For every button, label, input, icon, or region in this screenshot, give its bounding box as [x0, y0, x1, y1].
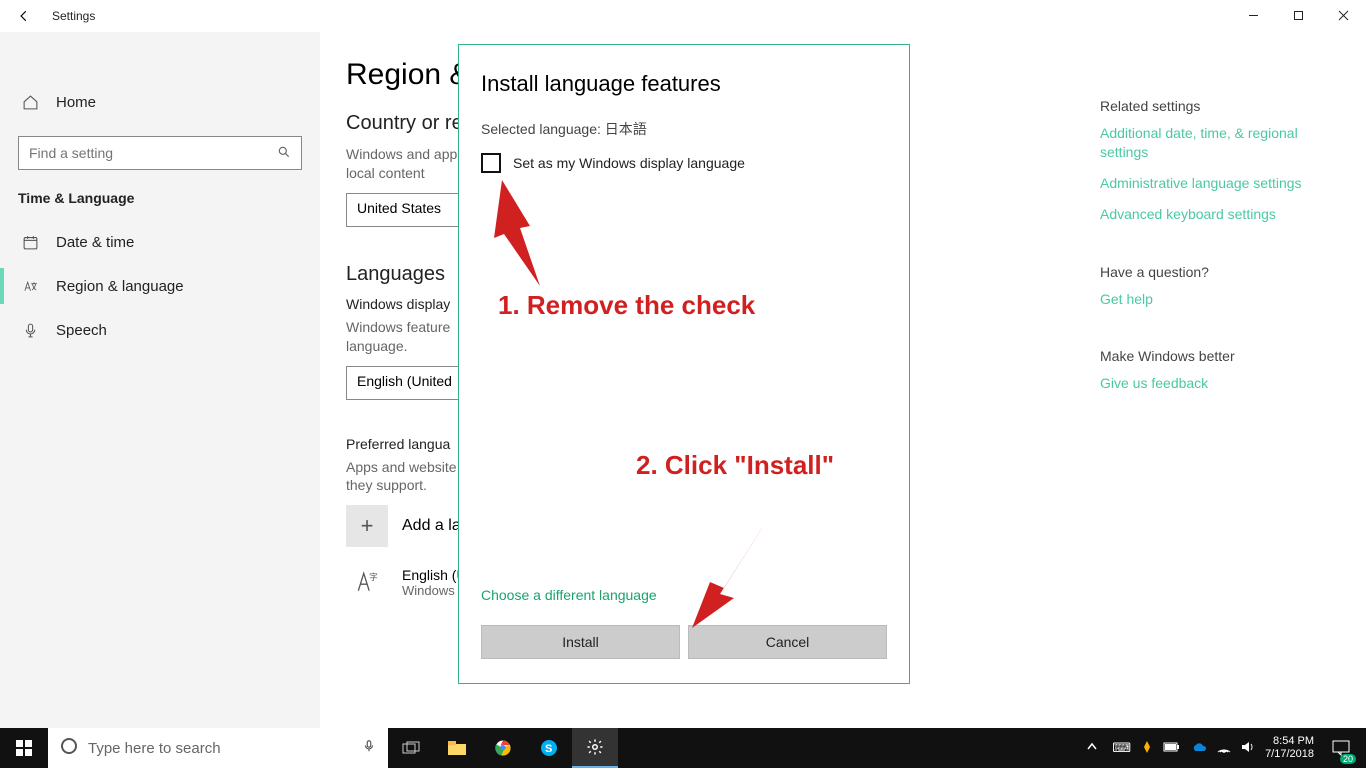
link-keyboard-settings[interactable]: Advanced keyboard settings — [1100, 205, 1340, 224]
annotation-text-1: 1. Remove the check — [498, 290, 755, 321]
window-controls — [1231, 0, 1366, 30]
link-administrative-settings[interactable]: Administrative language settings — [1100, 174, 1340, 193]
dialog-title: Install language features — [481, 71, 887, 97]
skype-icon[interactable]: S — [526, 728, 572, 768]
install-button[interactable]: Install — [481, 625, 680, 659]
tray-onedrive-icon[interactable] — [1191, 741, 1207, 755]
svg-text:字: 字 — [369, 571, 378, 582]
taskbar-search[interactable]: Type here to search — [48, 728, 388, 768]
cortana-icon — [60, 737, 78, 760]
set-display-language-checkbox[interactable] — [481, 153, 501, 173]
taskbar-time: 8:54 PM — [1265, 735, 1314, 748]
titlebar: Settings — [0, 0, 1366, 32]
tray-network-icon[interactable] — [1217, 741, 1231, 756]
tray-ime-icon[interactable]: ⌨ — [1112, 740, 1131, 756]
window-title: Settings — [52, 9, 95, 23]
tray-battery-icon[interactable] — [1163, 741, 1181, 756]
search-icon — [277, 145, 291, 162]
microphone-icon — [20, 322, 40, 339]
sidebar-item-region[interactable]: Region & language — [0, 264, 320, 308]
annotation-arrow-2 — [680, 494, 800, 639]
close-button[interactable] — [1321, 0, 1366, 30]
choose-different-language-link[interactable]: Choose a different language — [481, 587, 657, 603]
maximize-button[interactable] — [1276, 0, 1321, 30]
related-settings-panel: Related settings Additional date, time, … — [1100, 98, 1340, 433]
file-explorer-icon[interactable] — [434, 728, 480, 768]
sidebar-item-speech[interactable]: Speech — [0, 308, 320, 352]
home-icon — [20, 94, 40, 111]
globe-language-icon — [20, 278, 40, 295]
taskbar-clock[interactable]: 8:54 PM 7/17/2018 — [1265, 735, 1314, 760]
taskbar-search-placeholder: Type here to search — [88, 740, 221, 757]
selected-language-label: Selected language: 日本語 — [481, 119, 887, 139]
search-input[interactable] — [29, 145, 229, 161]
sidebar-item-label: Date & time — [56, 234, 134, 251]
better-heading: Make Windows better — [1100, 348, 1340, 364]
settings-search[interactable] — [18, 136, 302, 170]
sidebar-item-label: Region & language — [56, 278, 184, 295]
plus-tile-icon: + — [346, 505, 388, 547]
tray-volume-icon[interactable] — [1241, 741, 1255, 756]
set-display-language-label: Set as my Windows display language — [513, 155, 745, 171]
sidebar-item-label: Speech — [56, 322, 107, 339]
sidebar-item-datetime[interactable]: Date & time — [0, 220, 320, 264]
back-button[interactable] — [0, 0, 48, 32]
chrome-icon[interactable] — [480, 728, 526, 768]
link-additional-settings[interactable]: Additional date, time, & regional settin… — [1100, 124, 1340, 162]
minimize-button[interactable] — [1231, 0, 1276, 30]
language-character-icon: 字 — [346, 561, 388, 603]
clock-icon — [20, 234, 40, 251]
sidebar-home[interactable]: Home — [0, 82, 320, 122]
taskbar-date: 7/17/2018 — [1265, 748, 1314, 761]
settings-taskbar-icon[interactable] — [572, 728, 618, 768]
language-subtitle: Windows — [402, 583, 467, 598]
system-tray: ⌨ 8:54 PM 7/17/2018 20 — [1082, 728, 1366, 768]
svg-text:S: S — [545, 743, 552, 755]
tray-overflow-icon[interactable] — [1082, 742, 1102, 755]
taskview-icon[interactable] — [388, 728, 434, 768]
annotation-arrow-1 — [490, 176, 570, 301]
sidebar-group-title: Time & Language — [0, 188, 320, 220]
link-get-help[interactable]: Get help — [1100, 290, 1340, 309]
link-feedback[interactable]: Give us feedback — [1100, 374, 1340, 393]
tray-app-icon[interactable] — [1141, 740, 1153, 757]
sidebar-home-label: Home — [56, 94, 96, 111]
taskbar-apps: S — [388, 728, 618, 768]
language-name: English (U — [402, 567, 467, 583]
annotation-text-2: 2. Click "Install" — [636, 450, 834, 481]
action-center-icon[interactable]: 20 — [1324, 728, 1358, 768]
settings-window: Settings Home Time & Language — [0, 0, 1366, 728]
settings-sidebar: Home Time & Language Date & time Region — [0, 32, 320, 728]
taskbar: Type here to search S ⌨ 8:54 PM 7/17/201… — [0, 728, 1366, 768]
start-button[interactable] — [0, 728, 48, 768]
notification-badge: 20 — [1340, 754, 1356, 764]
related-settings-heading: Related settings — [1100, 98, 1340, 114]
mic-icon[interactable] — [362, 738, 376, 759]
question-heading: Have a question? — [1100, 264, 1340, 280]
